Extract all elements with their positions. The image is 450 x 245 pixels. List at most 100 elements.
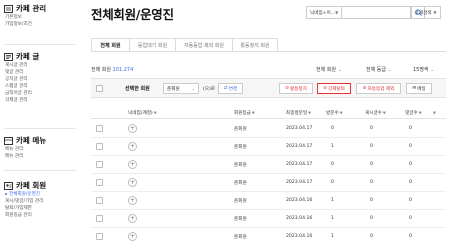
sidebar-item-menu-manage-2[interactable]: 메뉴 관리 — [0, 153, 82, 160]
detail-search-button[interactable]: 상세검색 ▼ — [410, 6, 441, 19]
sidebar-item-banned-word-manage[interactable]: 금칙어글 관리 — [0, 90, 82, 97]
cell-comments: 0 — [409, 234, 412, 239]
sidebar-section-cafe-manage: 카페 관리 기본정보 가입정보/조건 — [0, 3, 82, 28]
table-row[interactable]: + 준회원 2023.04.17 0 0 0 — [91, 156, 446, 174]
expand-plus-icon[interactable]: + — [128, 124, 137, 133]
sidebar-item-spam-manage[interactable]: 스팸글 관리 — [0, 83, 82, 90]
page-title: 전체회원/운영진 — [91, 7, 174, 22]
mail-button[interactable]: ✉ 메일 — [406, 83, 432, 94]
cell-comments: 0 — [409, 216, 412, 221]
row-checkbox[interactable] — [96, 179, 103, 186]
table-row[interactable]: + 준회원 2023.04.16 1 0 0 — [91, 228, 446, 245]
auto-exclude-button[interactable]: ⊘ 자동등업 제외 — [356, 83, 401, 94]
expand-plus-icon[interactable]: + — [128, 160, 137, 169]
column-header-label: 방문수 — [326, 111, 339, 116]
sidebar-item-join-info[interactable]: 가입정보/조건 — [0, 21, 82, 28]
row-checkbox[interactable] — [96, 143, 103, 150]
table-row[interactable]: + 준회원 2023.04.16 1 0 0 — [91, 210, 446, 228]
column-header-label: 게시글수 — [365, 111, 382, 116]
change-grade-button[interactable]: ⇄ 변경 — [218, 83, 243, 94]
cell-visits: 0 — [331, 180, 334, 185]
member-count: 전체 회원 101,274 — [91, 66, 133, 73]
sidebar-section-header[interactable]: 카페 회원 — [0, 180, 82, 191]
column-header-nickname[interactable]: 닉네임(계정)▼ — [128, 110, 157, 116]
member-filter-select[interactable]: 전체 회원 ⌄ — [316, 66, 341, 73]
cell-comments: 0 — [409, 126, 412, 131]
sidebar-section-posts: 카페 글 게시글 관리 댓글 관리 공지글 관리 스팸글 관리 금칙어글 관리 … — [0, 51, 82, 104]
grade-change-select[interactable]: 준회원 ⌄ — [163, 83, 199, 94]
sidebar-section-title: 카페 메뉴 — [16, 136, 47, 145]
columns-more-icon[interactable]: ▼ — [432, 110, 436, 116]
detail-search-label: 상세검색 — [414, 10, 432, 16]
sidebar-item-notice-manage[interactable]: 공지글 관리 — [0, 76, 82, 83]
table-row[interactable]: + 준회원 2023.04.17 1 0 0 — [91, 138, 446, 156]
tab-all-members[interactable]: 전체 회원 — [91, 38, 130, 52]
sidebar-section-header[interactable]: 카페 글 — [0, 51, 82, 62]
tab-suspended-members[interactable]: 활동정지 회원 — [233, 38, 278, 52]
force-withdraw-button[interactable]: ⊘ 강제탈퇴 — [317, 83, 351, 94]
tab-pending-members[interactable]: 등업대기 회원 — [130, 38, 176, 52]
sidebar-item-withdraw-restrict[interactable]: 탈퇴/가입제한 — [0, 205, 82, 212]
expand-plus-icon[interactable]: + — [128, 142, 137, 151]
chevron-down-icon: ⌄ — [338, 67, 342, 72]
search-input[interactable] — [342, 6, 412, 19]
cell-comments: 0 — [409, 198, 412, 203]
column-header-visits[interactable]: 방문수▼ — [326, 110, 343, 116]
cell-visits: 1 — [331, 216, 334, 221]
auto-exclude-label: 자동등업 제외 — [367, 86, 395, 92]
per-page-select[interactable]: 15명씩 ⌄ — [413, 66, 434, 73]
sidebar-section-header[interactable]: 카페 관리 — [0, 3, 82, 14]
sidebar-item-grade-manage[interactable]: 회원등급 관리 — [0, 212, 82, 219]
exclude-icon: ⊘ — [362, 86, 367, 91]
sidebar-section-header[interactable]: 카페 메뉴 — [0, 135, 82, 146]
row-checkbox[interactable] — [96, 161, 103, 168]
row-checkbox[interactable] — [96, 125, 103, 132]
table-row[interactable]: + 준회원 2023.04.17 0 0 0 — [91, 174, 446, 192]
suspend-button[interactable]: ⊘ 활동정지 — [279, 83, 313, 94]
sidebar-item-post-comment-join[interactable]: 게시/댓글/가입 관리 — [0, 198, 82, 205]
column-header-label: 닉네임(계정) — [128, 111, 153, 116]
expand-plus-icon[interactable]: + — [128, 232, 137, 241]
search-type-value: 닉네임+이... — [310, 10, 336, 16]
column-header-grade[interactable]: 회원등급▼ — [234, 110, 255, 116]
cell-grade: 준회원 — [234, 127, 247, 132]
sidebar-item-comment-manage[interactable]: 댓글 관리 — [0, 69, 82, 76]
sidebar-item-deleted-manage[interactable]: 삭제글 관리 — [0, 97, 82, 104]
chevron-down-icon: ▼ — [433, 10, 437, 15]
table-row[interactable]: + 준회원 2023.04.17 0 0 0 — [91, 120, 446, 138]
sidebar-item-post-manage[interactable]: 게시글 관리 — [0, 62, 82, 69]
cell-visits: 1 — [331, 198, 334, 203]
sidebar-item-basic-info[interactable]: 기본정보 — [0, 14, 82, 21]
cell-grade: 준회원 — [234, 199, 247, 204]
column-header-last-visit[interactable]: 최종방문일▼ — [286, 110, 311, 116]
row-checkbox[interactable] — [96, 197, 103, 204]
search-bar: 닉네임+이... ▼ — [306, 6, 425, 19]
grade-suffix-text: (으)로 — [203, 87, 216, 92]
cell-visits: 1 — [331, 144, 334, 149]
cell-grade: 준회원 — [234, 217, 247, 222]
sidebar-item-menu-manage[interactable]: 메뉴 관리 — [0, 146, 82, 153]
table-row[interactable]: + 준회원 2023.04.16 1 0 0 — [91, 192, 446, 210]
cell-posts: 0 — [370, 126, 373, 131]
tab-auto-exclude-members[interactable]: 자동등업 제외 회원 — [176, 38, 233, 52]
grade-filter-select[interactable]: 전체 등급 ⌄ — [366, 66, 391, 73]
cell-last-visit: 2023.04.17 — [286, 144, 313, 149]
cell-last-visit: 2023.04.17 — [286, 180, 313, 185]
expand-plus-icon[interactable]: + — [128, 196, 137, 205]
expand-plus-icon[interactable]: + — [128, 214, 137, 223]
row-checkbox[interactable] — [96, 233, 103, 240]
column-header-posts[interactable]: 게시글수▼ — [365, 110, 386, 116]
select-all-checkbox[interactable] — [96, 85, 103, 92]
table-header: 닉네임(계정)▼ 회원등급▼ 최종방문일▼ 방문수▼ 게시글수▼ 댓글수▼ ▼ — [91, 106, 446, 119]
bulk-action-bar: 선택한 회원 준회원 ⌄ (으)로 ⇄ 변경 ⊘ 활동정지 ⊘ 강제탈퇴 ⊘ 자동등업 … — [91, 78, 446, 98]
column-header-comments[interactable]: 댓글수▼ — [405, 110, 422, 116]
sidebar-section-menu: 카페 메뉴 메뉴 관리 메뉴 관리 — [0, 135, 82, 160]
member-tabs: 전체 회원 등업대기 회원 자동등업 제외 회원 활동정지 회원 — [91, 38, 278, 52]
sidebar-section-title: 카페 관리 — [16, 4, 47, 13]
search-type-select[interactable]: 닉네임+이... ▼ — [306, 6, 342, 19]
expand-plus-icon[interactable]: + — [128, 178, 137, 187]
row-checkbox[interactable] — [96, 215, 103, 222]
sidebar-item-all-members[interactable]: 전체회원/운영진 — [0, 191, 82, 198]
cell-grade: 준회원 — [234, 181, 247, 186]
cell-grade: 준회원 — [234, 145, 247, 150]
